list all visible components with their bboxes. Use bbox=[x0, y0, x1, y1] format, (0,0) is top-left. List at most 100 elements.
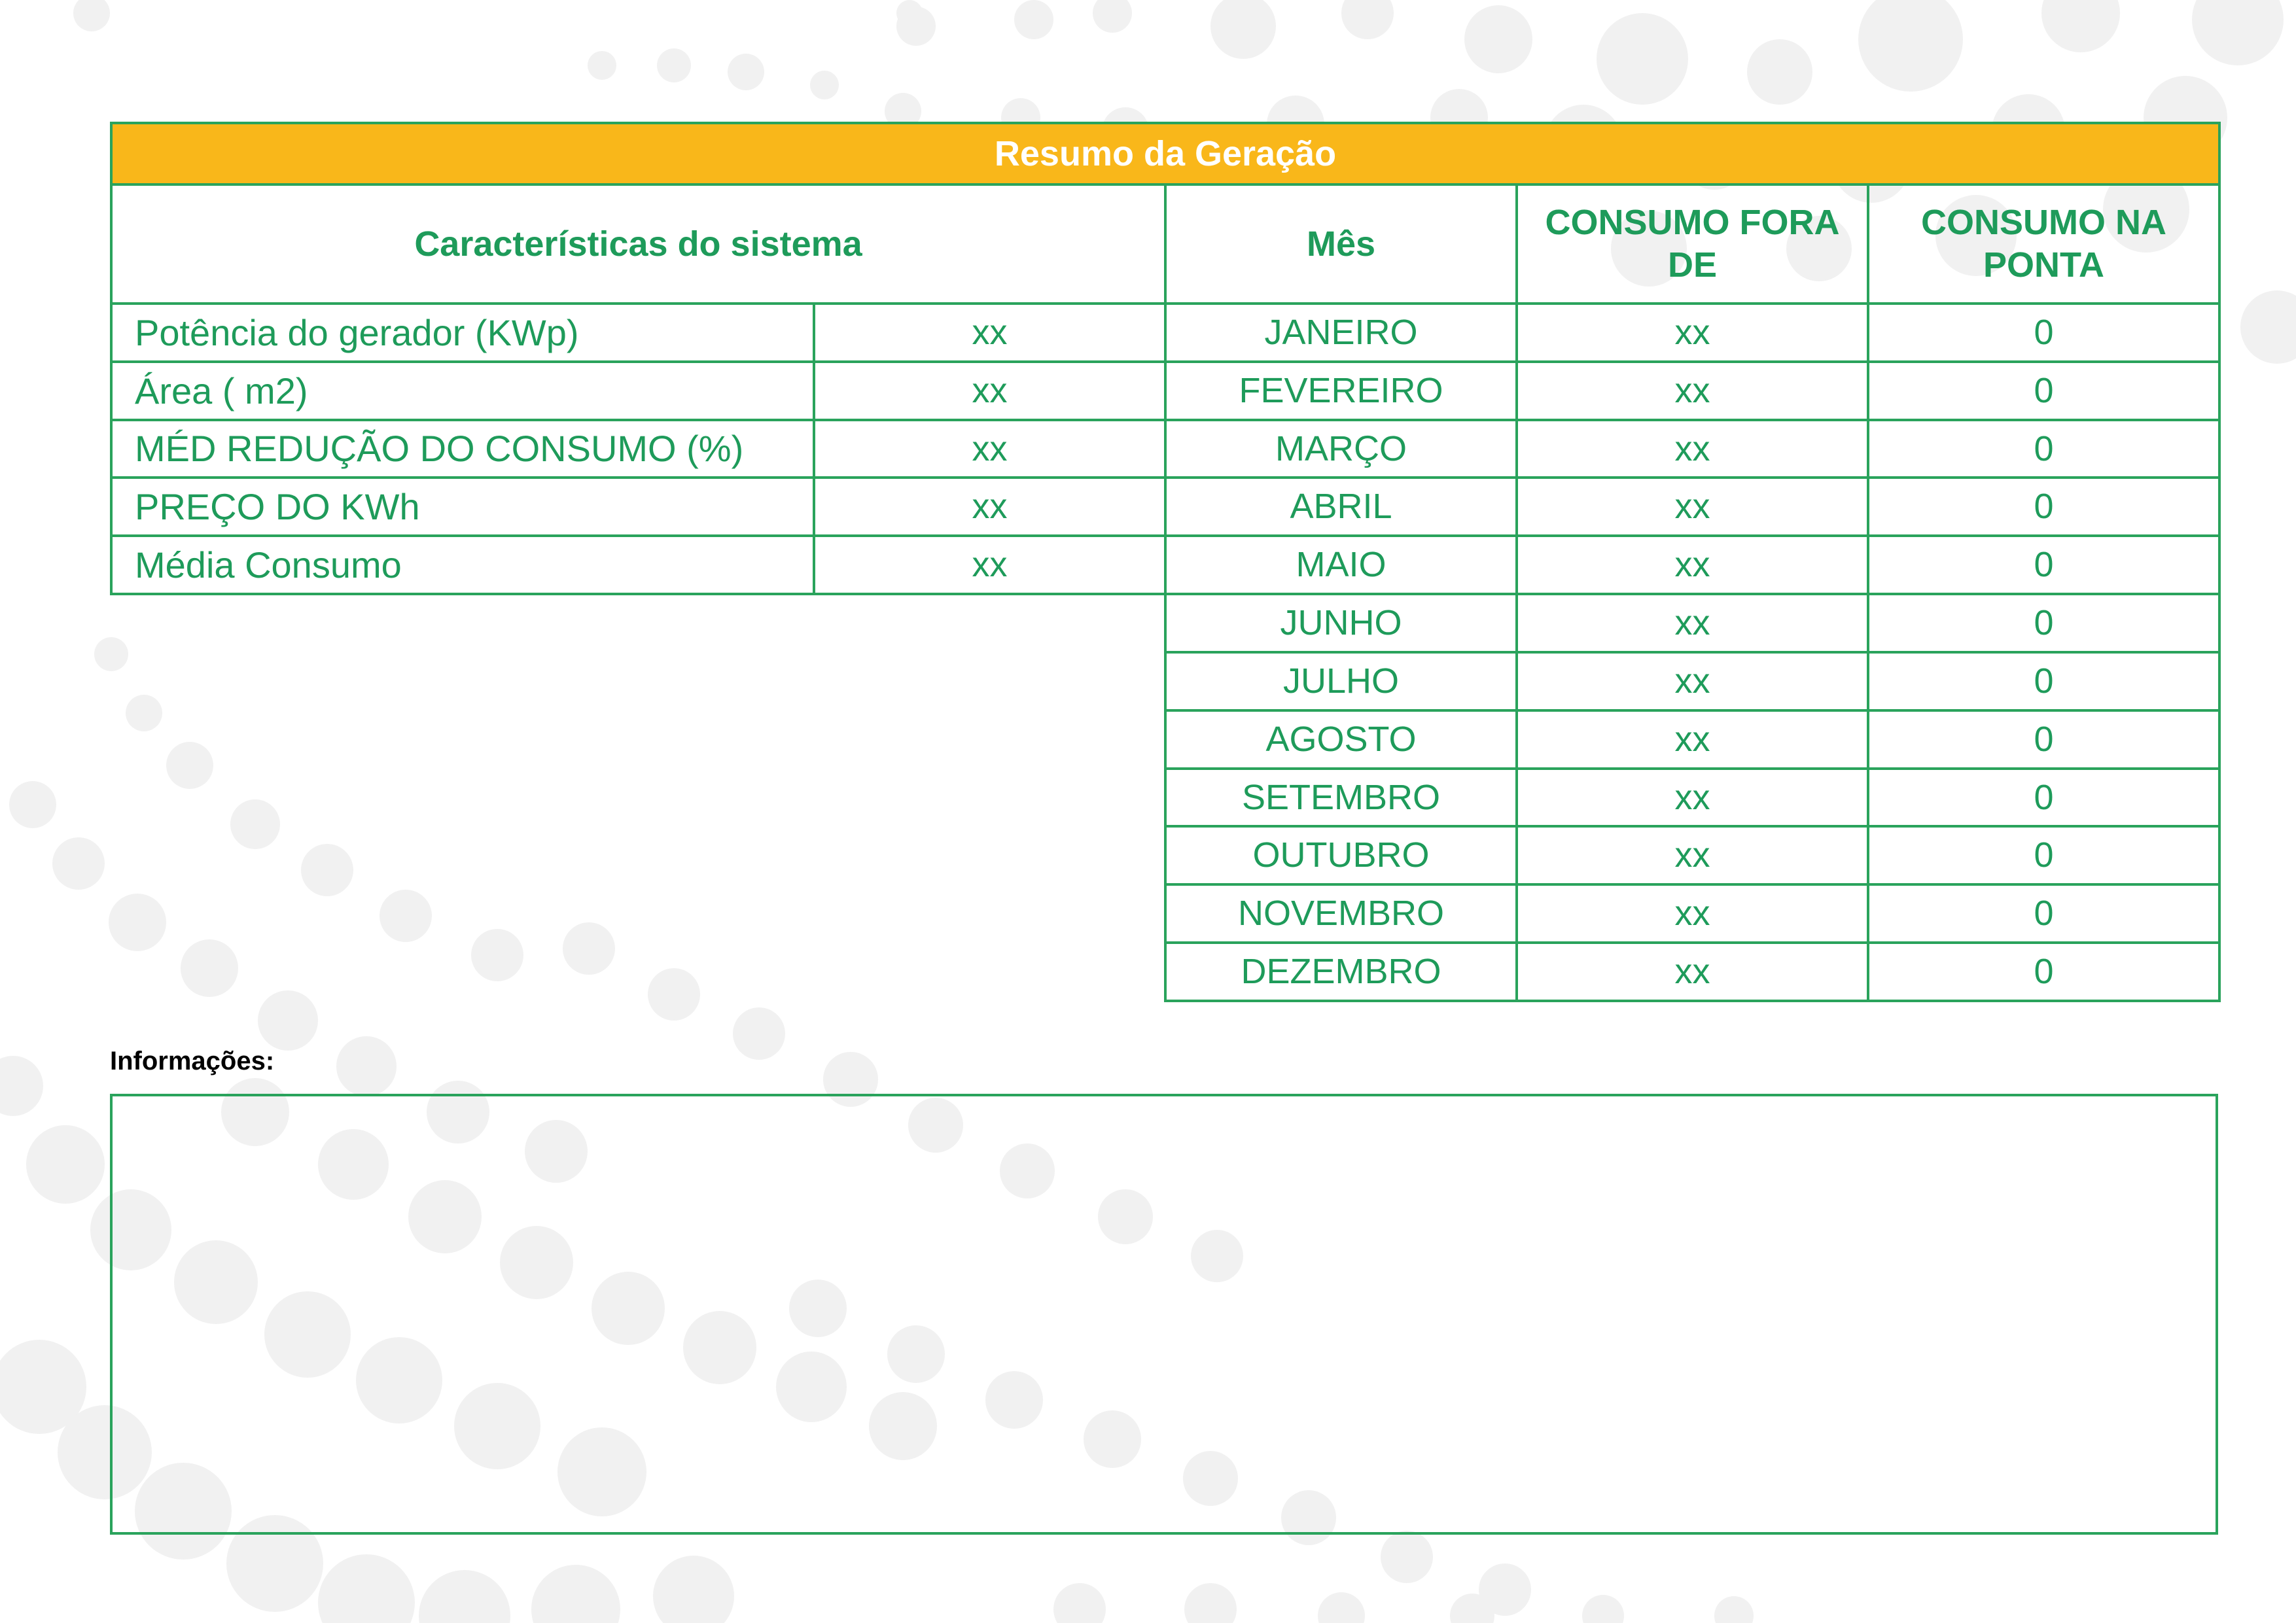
month-name: OUTUBRO bbox=[1164, 825, 1518, 886]
empty-cell bbox=[111, 943, 1165, 1001]
background-dot bbox=[73, 0, 110, 31]
table-header-row: Características do sistema Mês CONSUMO F… bbox=[110, 183, 2221, 305]
month-name: MAIO bbox=[1164, 534, 1518, 596]
consumo-fora-value: xx bbox=[1515, 302, 1869, 363]
table-row: Potência do gerador (KWp) xx JANEIRO xx … bbox=[110, 302, 2221, 363]
characteristic-label: Área ( m2) bbox=[110, 360, 815, 421]
table-row: DEZEMBRO xx 0 bbox=[111, 941, 2221, 1002]
characteristic-value: xx bbox=[813, 360, 1167, 421]
background-dot bbox=[52, 837, 105, 890]
characteristic-value: xx bbox=[813, 418, 1167, 480]
empty-cell bbox=[111, 652, 1165, 710]
header-caracteristicas: Características do sistema bbox=[110, 183, 1167, 305]
consumo-fora-value: xx bbox=[1515, 650, 1869, 712]
background-dot bbox=[531, 1565, 620, 1623]
table-row: MÉD REDUÇÃO DO CONSUMO (%) xx MARÇO xx 0 bbox=[110, 418, 2221, 480]
background-dot bbox=[588, 51, 616, 80]
table-title: Resumo da Geração bbox=[109, 121, 2221, 186]
header-mes: Mês bbox=[1164, 183, 1518, 305]
background-dot bbox=[1597, 13, 1688, 105]
characteristic-value: xx bbox=[813, 302, 1167, 363]
background-dot bbox=[1014, 0, 1053, 39]
background-dot bbox=[2192, 0, 2284, 65]
empty-cell bbox=[111, 710, 1165, 769]
table-title-row: Resumo da Geração bbox=[109, 121, 2221, 186]
consumo-fora-value: xx bbox=[1515, 883, 1869, 945]
background-dot bbox=[2240, 290, 2296, 364]
characteristic-label: Potência do gerador (KWp) bbox=[110, 302, 815, 363]
background-dot bbox=[336, 1036, 397, 1096]
background-dot bbox=[26, 1125, 105, 1204]
consumo-fora-value: xx bbox=[1515, 708, 1869, 770]
background-dot bbox=[1381, 1531, 1433, 1583]
header-consumo-ponta: CONSUMO NA PONTA bbox=[1866, 183, 2221, 305]
characteristic-label: Média Consumo bbox=[110, 534, 815, 596]
background-dot bbox=[9, 781, 56, 828]
background-dot bbox=[1210, 0, 1276, 59]
characteristic-value: xx bbox=[813, 476, 1167, 538]
background-dot bbox=[1184, 1583, 1237, 1623]
month-name: JULHO bbox=[1164, 650, 1518, 712]
background-dot bbox=[896, 7, 936, 46]
background-dot bbox=[810, 71, 839, 99]
background-dot bbox=[1318, 1592, 1365, 1623]
consumo-ponta-value: 0 bbox=[1866, 418, 2221, 480]
background-dot bbox=[733, 1007, 785, 1060]
consumo-ponta-value: 0 bbox=[1866, 941, 2221, 1002]
consumo-fora-value: xx bbox=[1515, 825, 1869, 886]
background-dot bbox=[1582, 1595, 1624, 1623]
month-name: NOVEMBRO bbox=[1164, 883, 1518, 945]
consumo-ponta-value: 0 bbox=[1866, 476, 2221, 538]
month-name: JUNHO bbox=[1164, 593, 1518, 654]
table-row: AGOSTO xx 0 bbox=[111, 708, 2221, 770]
consumo-ponta-value: 0 bbox=[1866, 360, 2221, 421]
background-dot bbox=[0, 1056, 43, 1116]
consumo-fora-value: xx bbox=[1515, 476, 1869, 538]
consumo-fora-value: xx bbox=[1515, 593, 1869, 654]
background-dot bbox=[1858, 0, 1963, 92]
empty-cell bbox=[111, 826, 1165, 884]
month-name: FEVEREIRO bbox=[1164, 360, 1518, 421]
characteristic-label: MÉD REDUÇÃO DO CONSUMO (%) bbox=[110, 418, 815, 480]
background-dot bbox=[1093, 0, 1132, 33]
characteristic-label: PREÇO DO KWh bbox=[110, 476, 815, 538]
table-row: JULHO xx 0 bbox=[111, 650, 2221, 712]
consumo-ponta-value: 0 bbox=[1866, 825, 2221, 886]
background-dot bbox=[318, 1554, 415, 1623]
table-row: JUNHO xx 0 bbox=[111, 593, 2221, 654]
info-label: Informações: bbox=[110, 1047, 275, 1075]
background-dot bbox=[2041, 0, 2120, 52]
consumo-ponta-value: 0 bbox=[1866, 708, 2221, 770]
generation-summary-table: Resumo da Geração Características do sis… bbox=[109, 121, 2221, 1002]
background-dot bbox=[1053, 1583, 1106, 1623]
background-dot bbox=[728, 54, 764, 90]
table-row: PREÇO DO KWh xx ABRIL xx 0 bbox=[110, 476, 2221, 538]
consumo-ponta-value: 0 bbox=[1866, 534, 2221, 596]
table-row: OUTUBRO xx 0 bbox=[111, 825, 2221, 886]
consumo-fora-value: xx bbox=[1515, 767, 1869, 828]
background-dot bbox=[1341, 0, 1394, 39]
consumo-ponta-value: 0 bbox=[1866, 650, 2221, 712]
characteristic-value: xx bbox=[813, 534, 1167, 596]
table-row: Área ( m2) xx FEVEREIRO xx 0 bbox=[110, 360, 2221, 421]
empty-cell bbox=[111, 769, 1165, 827]
empty-cell bbox=[111, 884, 1165, 943]
background-dot bbox=[1464, 5, 1532, 73]
table-row: SETEMBRO xx 0 bbox=[111, 767, 2221, 828]
month-name: AGOSTO bbox=[1164, 708, 1518, 770]
consumo-fora-value: xx bbox=[1515, 418, 1869, 480]
info-box bbox=[110, 1094, 2218, 1535]
background-dot bbox=[1714, 1596, 1754, 1623]
consumo-ponta-value: 0 bbox=[1866, 883, 2221, 945]
table-row: NOVEMBRO xx 0 bbox=[111, 883, 2221, 945]
consumo-ponta-value: 0 bbox=[1866, 767, 2221, 828]
background-dot bbox=[657, 48, 691, 82]
consumo-fora-value: xx bbox=[1515, 941, 1869, 1002]
background-dot bbox=[419, 1570, 510, 1623]
month-name: SETEMBRO bbox=[1164, 767, 1518, 828]
empty-cell bbox=[111, 594, 1165, 652]
consumo-fora-value: xx bbox=[1515, 534, 1869, 596]
table-row: Média Consumo xx MAIO xx 0 bbox=[110, 534, 2221, 596]
month-name: DEZEMBRO bbox=[1164, 941, 1518, 1002]
consumo-ponta-value: 0 bbox=[1866, 593, 2221, 654]
